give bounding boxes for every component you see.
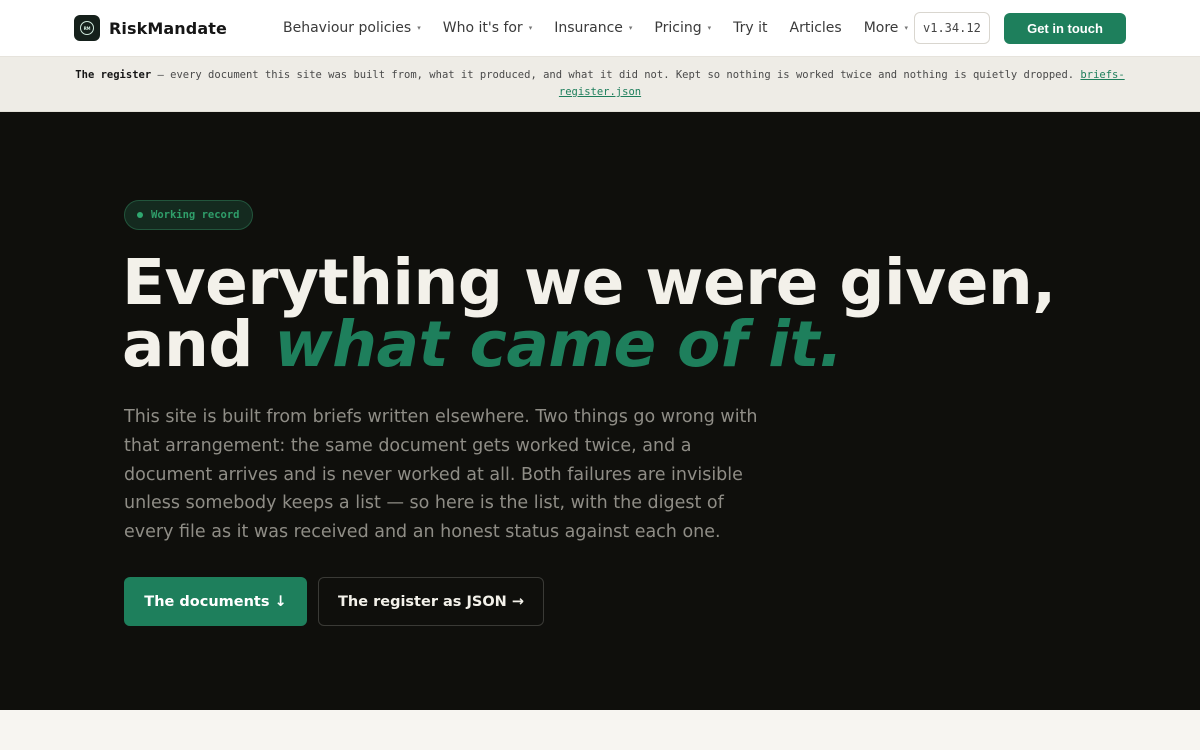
brand-link[interactable]: RM RiskMandate bbox=[74, 15, 227, 41]
chevron-down-icon: ▾ bbox=[628, 24, 633, 32]
status-dot-icon bbox=[137, 212, 143, 218]
top-navigation: RM RiskMandate Behaviour policies ▾ Who … bbox=[0, 0, 1200, 57]
headline-accent: what came of it. bbox=[274, 308, 843, 381]
menu-item-pricing[interactable]: Pricing ▾ bbox=[654, 20, 711, 36]
menu-item-label: Try it bbox=[733, 20, 768, 36]
banner-text: — every document this site was built fro… bbox=[151, 69, 1081, 81]
chevron-down-icon: ▾ bbox=[417, 24, 421, 32]
chevron-down-icon: ▾ bbox=[904, 24, 908, 32]
next-section bbox=[0, 710, 1200, 750]
menu-item-articles[interactable]: Articles bbox=[790, 20, 842, 36]
logo-mark: RM bbox=[80, 21, 94, 35]
badge-label: Working record bbox=[151, 209, 240, 221]
menu-item-who-its-for[interactable]: Who it's for ▾ bbox=[443, 20, 532, 36]
main-menu: Behaviour policies ▾ Who it's for ▾ Insu… bbox=[283, 17, 930, 39]
menu-item-label: Articles bbox=[789, 20, 842, 36]
version-badge[interactable]: v1.34.12 bbox=[914, 12, 990, 44]
chevron-down-icon: ▾ bbox=[707, 24, 712, 32]
register-banner: The register — every document this site … bbox=[0, 57, 1200, 112]
menu-item-insurance[interactable]: Insurance ▾ bbox=[554, 20, 632, 36]
menu-item-label: Insurance bbox=[554, 20, 623, 36]
chevron-down-icon: ▾ bbox=[528, 24, 533, 32]
hero-description: This site is built from briefs written e… bbox=[124, 407, 758, 543]
hero-section: Working record Everything we were given,… bbox=[0, 112, 1200, 710]
page-title: Everything we were given, and what came … bbox=[122, 251, 1122, 376]
menu-item-label: More bbox=[863, 20, 899, 36]
menu-item-try-it[interactable]: Try it bbox=[733, 20, 767, 36]
register-json-button[interactable]: The register as JSON → bbox=[318, 577, 544, 626]
menu-item-label: Pricing bbox=[654, 20, 702, 36]
headline-and: and bbox=[122, 308, 275, 381]
working-record-badge: Working record bbox=[124, 200, 253, 230]
menu-item-label: Behaviour policies bbox=[283, 20, 412, 36]
brand-name: RiskMandate bbox=[109, 18, 227, 38]
logo-icon: RM bbox=[74, 15, 100, 41]
documents-button[interactable]: The documents ↓ bbox=[124, 577, 307, 626]
get-in-touch-button[interactable]: Get in touch bbox=[1004, 13, 1126, 44]
banner-title: The register bbox=[75, 69, 152, 81]
menu-item-more[interactable]: More ▾ bbox=[864, 20, 908, 36]
menu-item-label: Who it's for bbox=[442, 20, 523, 36]
menu-item-behaviour-policies[interactable]: Behaviour policies ▾ bbox=[283, 20, 421, 36]
